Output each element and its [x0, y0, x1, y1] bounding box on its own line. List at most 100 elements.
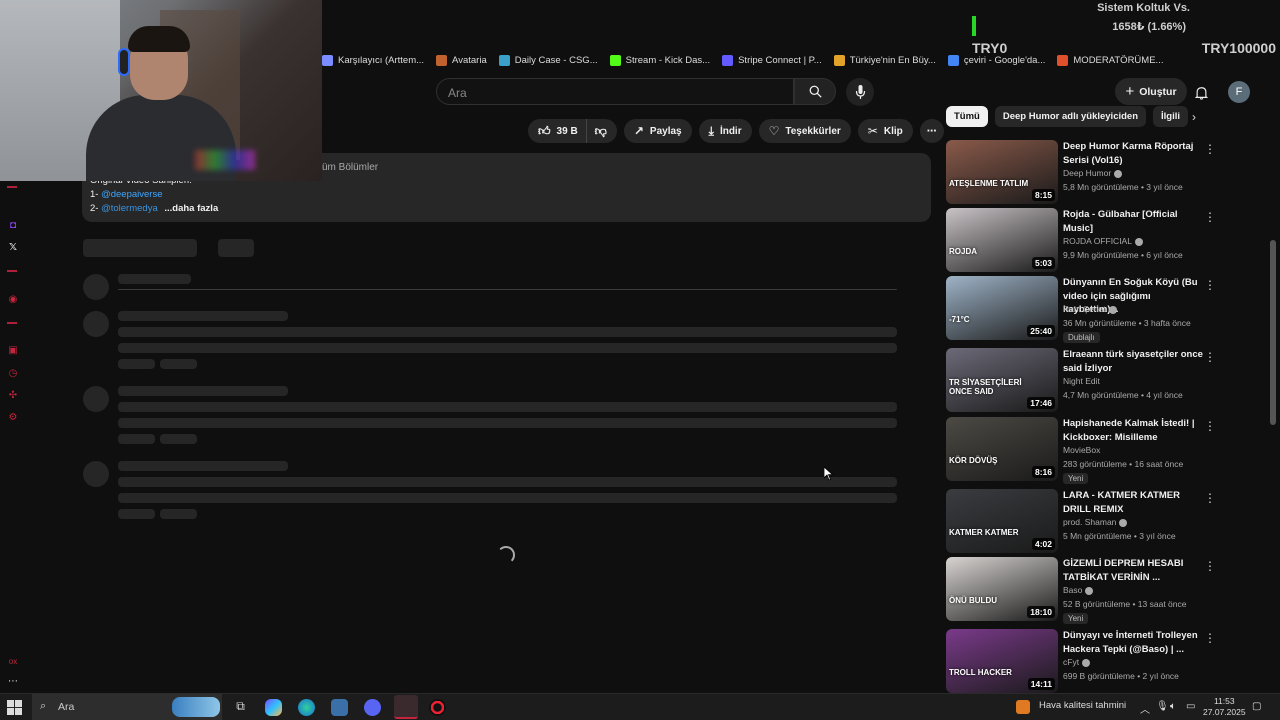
related-video[interactable]: ÖNÜ BULDU 18:10 GİZEMLİ DEPREM HESABI TATB… [946, 557, 1266, 624]
bookmark-item[interactable]: MODERATÖRÜME... [1057, 54, 1163, 66]
related-video[interactable]: ATEŞLENME TATLIM 8:15 Deep Humor Karma Röp… [946, 140, 1266, 204]
video-title[interactable]: LARA - KATMER KATMER DRILL REMIX [1063, 489, 1203, 516]
video-title[interactable]: Deep Humor Karma Röportaj Serisi (Vol16) [1063, 140, 1203, 167]
video-thumbnail[interactable]: ROJDA 5:03 [946, 208, 1058, 272]
create-button[interactable]: + Oluştur [1115, 78, 1187, 105]
notification-icon[interactable]: ▢ [1252, 701, 1261, 712]
channel-name[interactable]: Baso [1063, 585, 1094, 595]
bookmark-item[interactable]: Avataria [436, 54, 487, 66]
related-video[interactable]: KÖR DÖVÜŞ 8:16 Hapishanede Kalmak İstedi! … [946, 417, 1266, 484]
video-title[interactable]: GİZEMLİ DEPREM HESABI TATBİKAT VERİNİN .… [1063, 557, 1203, 584]
verified-icon [1134, 237, 1143, 246]
related-video[interactable]: TR SİYASETÇİLERİ ONCE SAID 17:46 Elraeann … [946, 348, 1266, 412]
skeleton-avatar [83, 274, 109, 300]
bookmark-item[interactable]: Karşılayıcı (Arttem... [322, 54, 424, 66]
show-more-link[interactable]: ...daha fazla [164, 203, 218, 214]
network-icon[interactable]: ▭ [1186, 701, 1195, 712]
more-vertical-icon[interactable]: ⋮ [1204, 210, 1216, 224]
app-icon[interactable] [331, 699, 348, 716]
volume-icon[interactable]: 🔈︎ [1170, 701, 1176, 712]
related-video[interactable]: ROJDA 5:03 Rojda - Gülbahar [Official Musi… [946, 208, 1266, 272]
video-title[interactable]: Rojda - Gülbahar [Official Music] [1063, 208, 1203, 235]
video-title[interactable]: Hapishanede Kalmak İstedi! | Kickboxer: … [1063, 417, 1203, 444]
twitch-icon[interactable]: ◘ [7, 220, 19, 232]
channel-name[interactable]: ROJDA OFFICIAL [1063, 236, 1143, 246]
video-thumbnail[interactable]: -71°C 25:40 [946, 276, 1058, 340]
chapters-link[interactable]: üm Bölümler [322, 162, 378, 173]
taskbar-search[interactable]: ⌕ Ara [32, 694, 222, 720]
more-vertical-icon[interactable]: ⋮ [1204, 142, 1216, 156]
extension-icon[interactable]: ox [7, 656, 19, 668]
more-vertical-icon[interactable]: ⋮ [1204, 350, 1216, 364]
dislike-button[interactable]: 👎︎ [586, 119, 617, 143]
clock[interactable]: 11:53 27.07.2025 [1203, 696, 1246, 718]
related-video[interactable]: TROLL HACKER 14:11 Dünyayı ve İnterneti Tr… [946, 629, 1266, 693]
bookmark-item[interactable]: Stripe Connect | P... [722, 54, 822, 66]
more-vertical-icon[interactable]: ⋮ [1204, 631, 1216, 645]
filter-chip[interactable]: İlgili [1153, 106, 1189, 127]
share-button[interactable]: ↗ Paylaş [623, 119, 692, 143]
video-thumbnail[interactable]: KÖR DÖVÜŞ 8:16 [946, 417, 1058, 481]
search-button[interactable] [794, 78, 836, 105]
video-thumbnail[interactable]: KATMER KATMER 4:02 [946, 489, 1058, 553]
like-button[interactable]: 👍︎ 39 B [528, 119, 587, 143]
more-vertical-icon[interactable]: ⋮ [1204, 419, 1216, 433]
channel-name[interactable]: Deep Humor [1063, 168, 1123, 178]
verified-icon [1114, 169, 1123, 178]
more-vertical-icon[interactable]: ⋮ [1204, 278, 1216, 292]
thanks-button[interactable]: ♡ Teşekkürler [758, 119, 851, 143]
video-thumbnail[interactable]: TROLL HACKER 14:11 [946, 629, 1058, 693]
puzzle-icon[interactable]: ✣ [7, 390, 19, 402]
gear-icon[interactable]: ⚙ [7, 412, 19, 424]
channel-name[interactable]: cFyt [1063, 657, 1091, 667]
box-icon[interactable]: ▣ [7, 345, 19, 357]
mic-icon[interactable]: 🎙︎ [1156, 701, 1169, 712]
bookmark-item[interactable]: Daily Case - CSG... [498, 54, 598, 66]
chevron-up-icon[interactable]: ︿ [1140, 701, 1150, 716]
bookmark-item[interactable]: çeviri - Google'da... [947, 54, 1045, 66]
clip-button[interactable]: ✂ Klip [857, 119, 913, 143]
filter-chip[interactable]: Tümü [946, 106, 988, 127]
weather-label[interactable]: Hava kalitesi tahmini [1039, 700, 1126, 711]
voice-search-button[interactable] [846, 78, 874, 106]
x-icon[interactable]: 𝕏 [7, 242, 19, 254]
clock-icon[interactable]: ◷ [7, 368, 19, 380]
channel-link[interactable]: @deepaiverse [101, 189, 162, 200]
avatar[interactable]: F [1228, 81, 1250, 103]
more-vertical-icon[interactable]: ⋮ [1204, 559, 1216, 573]
notifications-button[interactable] [1190, 82, 1212, 104]
edge-icon[interactable] [298, 699, 315, 716]
youtube-header: Ara + Oluştur F [322, 76, 1280, 106]
task-view-icon[interactable]: ⧉ [232, 699, 249, 716]
video-badge: Yeni [1063, 613, 1089, 624]
bookmark-item[interactable]: Türkiye'nin En Büy... [833, 54, 936, 66]
video-thumbnail[interactable]: ÖNÜ BULDU 18:10 [946, 557, 1058, 621]
search-input[interactable]: Ara [436, 78, 794, 105]
video-thumbnail[interactable]: TR SİYASETÇİLERİ ONCE SAID 17:46 [946, 348, 1058, 412]
video-thumbnail[interactable]: ATEŞLENME TATLIM 8:15 [946, 140, 1058, 204]
bookmark-item[interactable]: Stream - Kick Das... [609, 54, 710, 66]
windows-start-icon[interactable] [7, 700, 22, 715]
video-title[interactable]: Dünyayı ve İnterneti Trolleyen Hackera T… [1063, 629, 1203, 656]
channel-name[interactable]: Ruhi Çenet [1063, 304, 1117, 314]
related-video[interactable]: -71°C 25:40 Dünyanın En Soğuk Köyü (Bu vid… [946, 276, 1266, 343]
channel-name[interactable]: Night Edit [1063, 376, 1100, 386]
more-vertical-icon[interactable]: ⋮ [1204, 491, 1216, 505]
video-title[interactable]: Elraeann türk siyasetçiler once said İzl… [1063, 348, 1203, 375]
more-actions-button[interactable]: ⋯ [919, 119, 944, 143]
download-button[interactable]: ⤓ İndir [698, 119, 752, 143]
channel-name[interactable]: MovieBox [1063, 445, 1100, 455]
channel-name[interactable]: prod. Shaman [1063, 517, 1128, 527]
scrollbar-thumb[interactable] [1270, 240, 1276, 425]
more-horizontal-icon[interactable]: ⋯ [7, 676, 19, 688]
opera-gx-icon[interactable] [394, 695, 418, 719]
discord-icon[interactable] [364, 699, 381, 716]
play-circle-icon[interactable]: ◉ [7, 294, 19, 306]
channel-link[interactable]: @tolermedya [101, 203, 158, 214]
copilot-icon[interactable] [265, 699, 282, 716]
chevron-right-icon[interactable]: › [1192, 110, 1196, 124]
bell-icon [1194, 87, 1208, 100]
obs-icon[interactable] [429, 699, 446, 716]
related-video[interactable]: KATMER KATMER 4:02 LARA - KATMER KATMER DR… [946, 489, 1266, 553]
filter-chip[interactable]: Deep Humor adlı yükleyiciden [994, 106, 1147, 127]
